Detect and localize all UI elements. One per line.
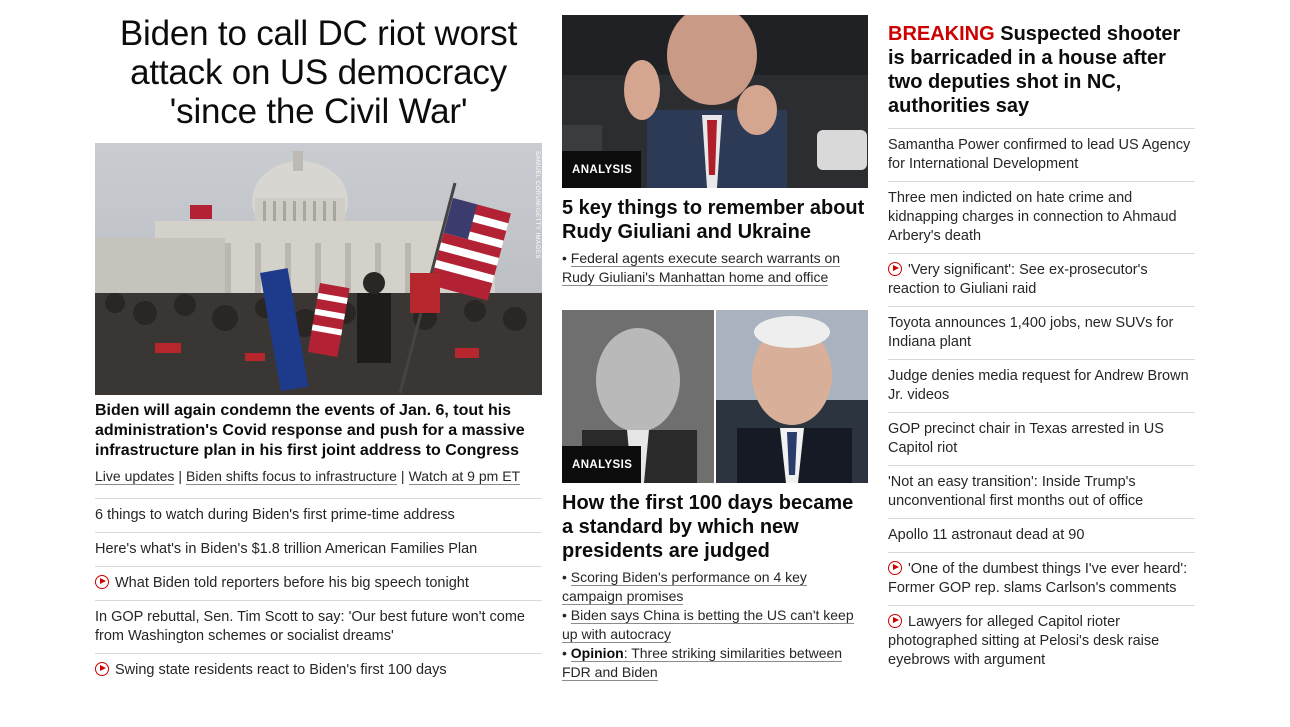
giuliani-headline[interactable]: 5 key things to remember about Rudy Giul… bbox=[562, 196, 868, 244]
play-circle-icon bbox=[888, 561, 902, 575]
related-link-text[interactable]: Federal agents execute search warrants o… bbox=[562, 250, 841, 286]
giuliani-related-links: • Federal agents execute search warrants… bbox=[562, 249, 868, 287]
capitol-riot-image bbox=[95, 143, 542, 395]
list-item[interactable]: Swing state residents react to Biden's f… bbox=[95, 653, 542, 687]
list-item[interactable]: Three men indicted on hate crime and kid… bbox=[888, 181, 1195, 253]
related-link[interactable]: • Biden says China is betting the US can… bbox=[562, 606, 868, 644]
list-item-link[interactable]: Toyota announces 1,400 jobs, new SUVs fo… bbox=[888, 315, 1173, 350]
first-100-days-related-links: • Scoring Biden's performance on 4 key c… bbox=[562, 568, 868, 682]
list-item[interactable]: 'Very significant': See ex-prosecutor's … bbox=[888, 253, 1195, 306]
left-headline-list: 6 things to watch during Biden's first p… bbox=[95, 498, 542, 687]
photo-credit: SAMUEL CORUM/GETTY IMAGES bbox=[534, 151, 540, 259]
list-item-link[interactable]: 'One of the dumbest things I've ever hea… bbox=[888, 561, 1187, 596]
opinion-label: Opinion bbox=[570, 645, 624, 661]
fdr-biden-photo[interactable]: ANALYSIS bbox=[562, 310, 868, 483]
infrastructure-link[interactable]: Biden shifts focus to infrastructure bbox=[186, 468, 397, 485]
list-item[interactable]: GOP precinct chair in Texas arrested in … bbox=[888, 412, 1195, 465]
list-item[interactable]: Apollo 11 astronaut dead at 90 bbox=[888, 518, 1195, 552]
related-link[interactable]: • Opinion: Three striking similarities b… bbox=[562, 644, 868, 682]
analysis-badge: ANALYSIS bbox=[562, 446, 642, 483]
right-headline-list: Samantha Power confirmed to lead US Agen… bbox=[888, 128, 1195, 676]
list-item-link[interactable]: Three men indicted on hate crime and kid… bbox=[888, 190, 1177, 244]
bullet: • bbox=[562, 645, 567, 661]
list-item-link[interactable]: Samantha Power confirmed to lead US Agen… bbox=[888, 137, 1190, 172]
list-item-link[interactable]: Here's what's in Biden's $1.8 trillion A… bbox=[95, 541, 477, 557]
list-item[interactable]: What Biden told reporters before his big… bbox=[95, 566, 542, 600]
list-item[interactable]: Here's what's in Biden's $1.8 trillion A… bbox=[95, 532, 542, 566]
list-item[interactable]: Lawyers for alleged Capitol rioter photo… bbox=[888, 605, 1195, 676]
list-item-link[interactable]: GOP precinct chair in Texas arrested in … bbox=[888, 421, 1164, 456]
lead-subhead[interactable]: Biden will again condemn the events of J… bbox=[95, 401, 542, 461]
list-item[interactable]: 'Not an easy transition': Inside Trump's… bbox=[888, 465, 1195, 518]
related-link[interactable]: • Federal agents execute search warrants… bbox=[562, 249, 868, 287]
list-item-link[interactable]: 'Not an easy transition': Inside Trump's… bbox=[888, 474, 1143, 509]
list-item-link[interactable]: Judge denies media request for Andrew Br… bbox=[888, 368, 1189, 403]
middle-column: ANALYSIS 5 key things to remember about … bbox=[562, 0, 868, 682]
first-100-days-headline[interactable]: How the first 100 days became a standard… bbox=[562, 491, 868, 563]
list-item[interactable]: Judge denies media request for Andrew Br… bbox=[888, 359, 1195, 412]
list-item-link[interactable]: Apollo 11 astronaut dead at 90 bbox=[888, 527, 1084, 543]
play-circle-icon bbox=[95, 662, 109, 676]
lead-story: Biden to call DC riot worst attack on US… bbox=[95, 0, 542, 687]
list-item[interactable]: In GOP rebuttal, Sen. Tim Scott to say: … bbox=[95, 600, 542, 653]
lead-headline[interactable]: Biden to call DC riot worst attack on US… bbox=[95, 14, 542, 131]
related-link[interactable]: • Scoring Biden's performance on 4 key c… bbox=[562, 568, 868, 606]
list-item[interactable]: Toyota announces 1,400 jobs, new SUVs fo… bbox=[888, 306, 1195, 359]
analysis-badge: ANALYSIS bbox=[562, 151, 642, 188]
bullet: • bbox=[562, 607, 567, 623]
lead-related-links: Live updates | Biden shifts focus to infra… bbox=[95, 466, 542, 490]
right-column: BREAKING Suspected shooter is barricaded… bbox=[888, 0, 1195, 676]
list-item-link[interactable]: Lawyers for alleged Capitol rioter photo… bbox=[888, 614, 1159, 668]
related-link-text[interactable]: Scoring Biden's performance on 4 key cam… bbox=[562, 569, 807, 605]
giuliani-card: ANALYSIS 5 key things to remember about … bbox=[562, 15, 868, 287]
list-item-link[interactable]: In GOP rebuttal, Sen. Tim Scott to say: … bbox=[95, 609, 525, 644]
bullet: • bbox=[562, 569, 567, 585]
list-item-link[interactable]: What Biden told reporters before his big… bbox=[115, 575, 469, 591]
list-item[interactable]: 6 things to watch during Biden's first p… bbox=[95, 498, 542, 532]
bullet: • bbox=[562, 250, 567, 266]
play-circle-icon bbox=[95, 575, 109, 589]
play-circle-icon bbox=[888, 614, 902, 628]
first-100-days-card: ANALYSIS How the first 100 days became a… bbox=[562, 310, 868, 682]
list-item-link[interactable]: Swing state residents react to Biden's f… bbox=[115, 662, 447, 678]
watch-link[interactable]: Watch at 9 pm ET bbox=[408, 468, 521, 485]
capitol-riot-photo[interactable]: SAMUEL CORUM/GETTY IMAGES bbox=[95, 143, 542, 395]
related-link-text[interactable]: Biden says China is betting the US can't… bbox=[562, 607, 854, 643]
breaking-news-headline[interactable]: BREAKING Suspected shooter is barricaded… bbox=[888, 22, 1195, 128]
list-item[interactable]: 'One of the dumbest things I've ever hea… bbox=[888, 552, 1195, 605]
live-updates-link[interactable]: Live updates bbox=[95, 468, 175, 485]
link-separator: | bbox=[400, 468, 405, 484]
link-separator: | bbox=[178, 468, 183, 484]
list-item-link[interactable]: 'Very significant': See ex-prosecutor's … bbox=[888, 262, 1148, 297]
breaking-tag: BREAKING bbox=[888, 23, 995, 45]
play-circle-icon bbox=[888, 262, 902, 276]
giuliani-photo[interactable]: ANALYSIS bbox=[562, 15, 868, 188]
list-item[interactable]: Samantha Power confirmed to lead US Agen… bbox=[888, 128, 1195, 181]
list-item-link[interactable]: 6 things to watch during Biden's first p… bbox=[95, 507, 455, 523]
